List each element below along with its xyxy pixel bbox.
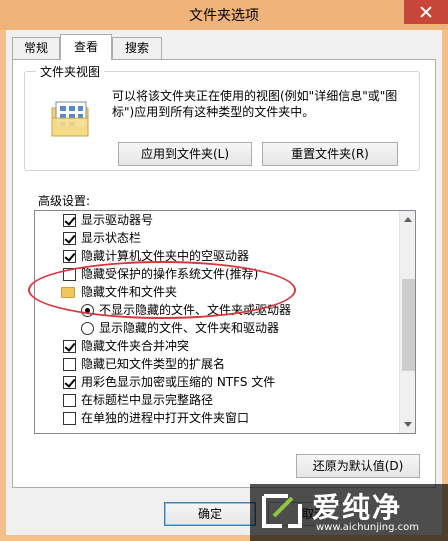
scroll-down-arrow-icon[interactable]	[400, 416, 415, 433]
watermark-overlay: 爱纯净 www.aichunjing.com	[250, 484, 448, 541]
checkbox-show-status-bar[interactable]	[63, 232, 76, 245]
list-item-label: 显示驱动器号	[81, 213, 154, 227]
radio-dont-show-hidden[interactable]	[81, 304, 94, 317]
folder-options-window: 文件夹选项 常规 查看 搜索 文件夹视图 可以将该文件夹正在使用的视图(例如"详…	[0, 0, 448, 541]
apply-to-folders-button[interactable]: 应用到文件夹(L)	[118, 142, 252, 166]
title-bar: 文件夹选项	[0, 0, 448, 30]
radio-show-hidden[interactable]	[81, 322, 94, 335]
list-item-separate-process[interactable]: 在单独的进程中打开文件夹窗口	[35, 409, 397, 428]
tab-search[interactable]: 搜索	[112, 37, 162, 59]
list-item-full-path-title[interactable]: 在标题栏中显示完整路径	[35, 391, 397, 410]
watermark-logo-icon	[262, 494, 302, 528]
tab-view[interactable]: 查看	[60, 34, 112, 60]
folder-icon	[61, 287, 75, 298]
advanced-settings-list[interactable]: 显示驱动器号 显示状态栏 隐藏计算机文件夹中的空驱动器 隐藏受保护的操作系统文件…	[34, 210, 416, 434]
list-item-label: 不显示隐藏的文件、文件夹或驱动器	[99, 303, 292, 317]
checkbox-full-path-title[interactable]	[63, 394, 76, 407]
list-item-show-status-bar[interactable]: 显示状态栏	[35, 229, 397, 248]
list-item-hide-extensions[interactable]: 隐藏已知文件类型的扩展名	[35, 355, 397, 374]
list-item-label: 在标题栏中显示完整路径	[81, 393, 214, 407]
watermark-text: 爱纯净	[312, 491, 403, 524]
list-item-color-ntfs[interactable]: 用彩色显示加密或压缩的 NTFS 文件	[35, 373, 397, 392]
list-item-show-drive-letters[interactable]: 显示驱动器号	[35, 211, 397, 230]
list-item-label: 隐藏文件和文件夹	[81, 285, 178, 299]
list-item-hide-merge-conflicts[interactable]: 隐藏文件夹合并冲突	[35, 337, 397, 356]
checkbox-hide-protected-os-files[interactable]	[63, 268, 76, 281]
checkbox-hide-extensions[interactable]	[63, 358, 76, 371]
checkbox-hide-merge-conflicts[interactable]	[63, 340, 76, 353]
list-item-label: 在单独的进程中打开文件夹窗口	[81, 411, 250, 425]
advanced-settings-label: 高级设置:	[38, 194, 91, 208]
list-item-label: 显示状态栏	[81, 231, 142, 245]
folder-views-description: 可以将该文件夹正在使用的视图(例如"详细信息"或"图标")应用到所有这种类型的文…	[112, 89, 398, 119]
folder-view-icon	[51, 101, 89, 137]
restore-defaults-button[interactable]: 还原为默认值(D)	[296, 454, 420, 478]
list-item-dont-show-hidden[interactable]: 不显示隐藏的文件、文件夹或驱动器	[35, 301, 397, 320]
list-item-label: 隐藏文件夹合并冲突	[81, 339, 190, 353]
ok-button[interactable]: 确定	[164, 502, 256, 526]
list-item-label: 隐藏已知文件类型的扩展名	[81, 357, 226, 371]
reset-folders-button[interactable]: 重置文件夹(R)	[262, 142, 398, 166]
close-button[interactable]	[404, 0, 448, 24]
list-item-show-hidden[interactable]: 显示隐藏的文件、文件夹和驱动器	[35, 319, 397, 338]
list-item-label: 显示隐藏的文件、文件夹和驱动器	[99, 321, 280, 335]
list-item-hide-empty-drives[interactable]: 隐藏计算机文件夹中的空驱动器	[35, 247, 397, 266]
dialog-client: 常规 查看 搜索 文件夹视图 可以将该文件夹正在使用的视图(例如"详细信息"或"…	[6, 30, 442, 535]
checkbox-show-drive-letters[interactable]	[63, 214, 76, 227]
list-item-hide-protected-os-files[interactable]: 隐藏受保护的操作系统文件(推荐)	[35, 265, 397, 284]
tab-general[interactable]: 常规	[12, 37, 60, 59]
scroll-up-arrow-icon[interactable]	[400, 211, 415, 228]
checkbox-separate-process[interactable]	[63, 412, 76, 425]
list-item-label: 用彩色显示加密或压缩的 NTFS 文件	[81, 375, 276, 389]
list-item-label: 隐藏计算机文件夹中的空驱动器	[81, 249, 250, 263]
list-scrollbar[interactable]	[399, 211, 415, 433]
checkbox-hide-empty-drives[interactable]	[63, 250, 76, 263]
folder-views-title: 文件夹视图	[36, 63, 105, 80]
scrollbar-thumb[interactable]	[402, 279, 415, 371]
list-item-hidden-files-group: 隐藏文件和文件夹	[35, 283, 397, 302]
list-item-label: 隐藏受保护的操作系统文件(推荐)	[81, 267, 259, 281]
checkbox-color-ntfs[interactable]	[63, 376, 76, 389]
window-title: 文件夹选项	[189, 8, 259, 24]
watermark-url: www.aichunjing.com	[316, 522, 419, 533]
